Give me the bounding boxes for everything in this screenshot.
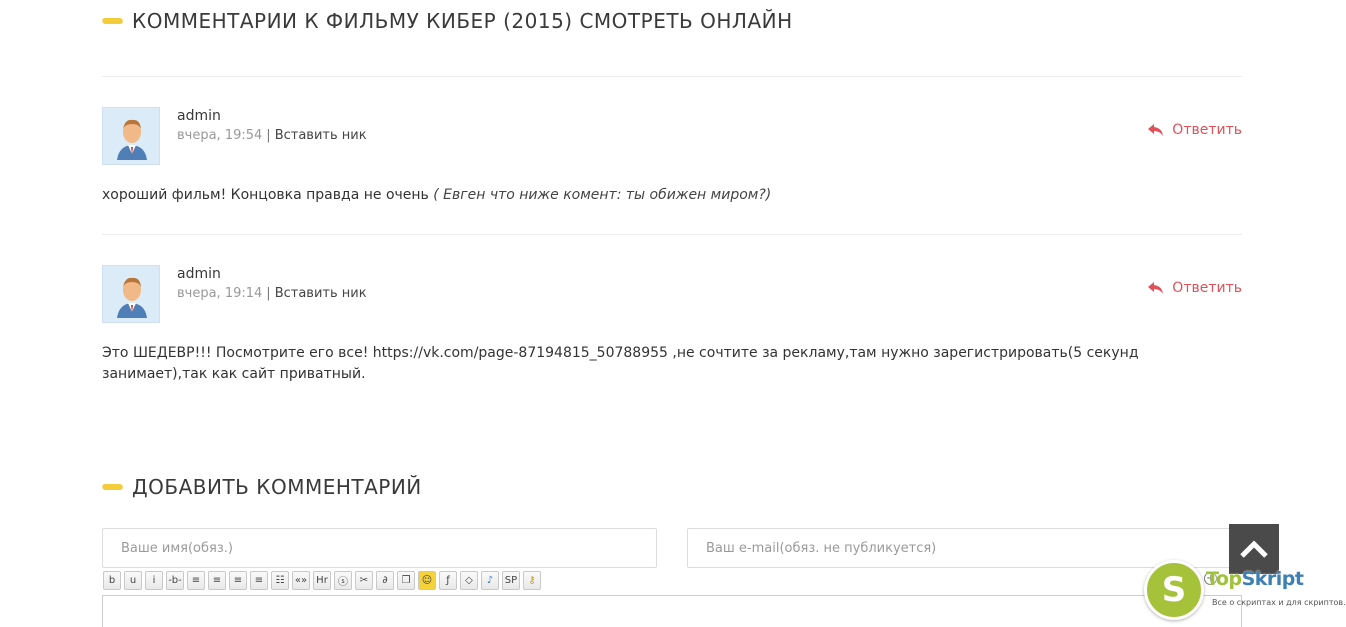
watermark-brand: TopSkript: [1206, 568, 1304, 590]
user-avatar-icon: [103, 108, 159, 164]
comment-textarea[interactable]: [102, 595, 1242, 627]
copy-button[interactable]: ❐: [397, 571, 415, 590]
spoiler-button[interactable]: ⓢ: [334, 571, 352, 590]
bbcode-toolbar: b u i -b- ≡ ≡ ≡ ≡ ☷ «» Hr ⓢ ✂ ∂ ❐ ☺ ƒ ◇ ♪ SP ⚷: [103, 571, 541, 590]
align-left-button[interactable]: ≡: [250, 571, 268, 590]
smiley-button[interactable]: ☺: [418, 571, 436, 590]
underline-button[interactable]: u: [124, 571, 142, 590]
add-comment-title-text: Добавить комментарий: [132, 475, 422, 499]
comment-item: admin вчера, 19:54 | Вставить ник Ответить…: [102, 107, 1242, 207]
comment-item: admin вчера, 19:14 | Вставить ник Ответить…: [102, 265, 1242, 385]
comment-meta: вчера, 19:14 | Вставить ник: [177, 286, 367, 301]
align-justify-button[interactable]: ≡: [187, 571, 205, 590]
flash-button[interactable]: ƒ: [439, 571, 457, 590]
link-button[interactable]: ∂: [376, 571, 394, 590]
comment-author[interactable]: admin: [177, 108, 221, 124]
comment-date: вчера, 19:54: [177, 128, 263, 143]
comment-meta: вчера, 19:54 | Вставить ник: [177, 128, 367, 143]
reply-label: Ответить: [1172, 280, 1242, 296]
user-avatar-icon: [103, 266, 159, 322]
comments-section-title: Комментарии к фильму Кибер (2015) смотре…: [100, 9, 793, 33]
brand-part-a: Top: [1206, 568, 1242, 590]
title-dash-icon: [100, 18, 125, 24]
title-dash-icon: [100, 484, 125, 490]
reply-icon: [1148, 123, 1164, 136]
key-button[interactable]: ⚷: [523, 571, 541, 590]
list-button[interactable]: ☷: [271, 571, 289, 590]
comment-author[interactable]: admin: [177, 266, 221, 282]
avatar[interactable]: [102, 265, 160, 323]
comment-body: хороший фильм! Концовка правда не очень: [102, 187, 429, 203]
reply-label: Ответить: [1172, 122, 1242, 138]
insert-nick-link[interactable]: Вставить ник: [275, 286, 367, 301]
tools-button[interactable]: ✂: [355, 571, 373, 590]
comments-title-text: Комментарии к фильму Кибер (2015) смотре…: [132, 9, 793, 33]
bold-button[interactable]: b: [103, 571, 121, 590]
divider: [102, 76, 1242, 77]
divider: [102, 234, 1242, 235]
quote-button[interactable]: «»: [292, 571, 310, 590]
comment-text: Это ШЕДЕВР!!! Посмотрите его все! https:…: [102, 345, 1139, 382]
avatar[interactable]: [102, 107, 160, 165]
audio-button[interactable]: ♪: [481, 571, 499, 590]
align-center-button[interactable]: ≡: [229, 571, 247, 590]
watermark-logo: S: [1144, 560, 1204, 620]
comment-quote: ( Евген что ниже комент: ты обижен миром…: [433, 187, 772, 203]
topskript-watermark: + S TopSkript Все о скриптах и для скрип…: [1144, 560, 1346, 622]
add-comment-title: Добавить комментарий: [100, 475, 422, 499]
chevron-up-icon: [1240, 540, 1268, 558]
eraser-button[interactable]: ◇: [460, 571, 478, 590]
align-right-button[interactable]: ≡: [208, 571, 226, 590]
reply-button[interactable]: Ответить: [1148, 122, 1242, 138]
brand-part-b: Skript: [1241, 568, 1304, 590]
name-input[interactable]: [102, 528, 657, 568]
reply-icon: [1148, 281, 1164, 294]
reply-button[interactable]: Ответить: [1148, 280, 1242, 296]
hr-button[interactable]: Hr: [313, 571, 331, 590]
insert-nick-link[interactable]: Вставить ник: [275, 128, 367, 143]
italic-button[interactable]: i: [145, 571, 163, 590]
comment-date: вчера, 19:14: [177, 286, 263, 301]
sp-button[interactable]: SP: [502, 571, 520, 590]
watermark-tagline: Все о скриптах и для скриптов...: [1212, 598, 1346, 607]
strike-button[interactable]: -b-: [166, 571, 184, 590]
comment-text: хороший фильм! Концовка правда не очень …: [102, 185, 1222, 206]
meta-separator: |: [266, 128, 271, 143]
meta-separator: |: [266, 286, 271, 301]
